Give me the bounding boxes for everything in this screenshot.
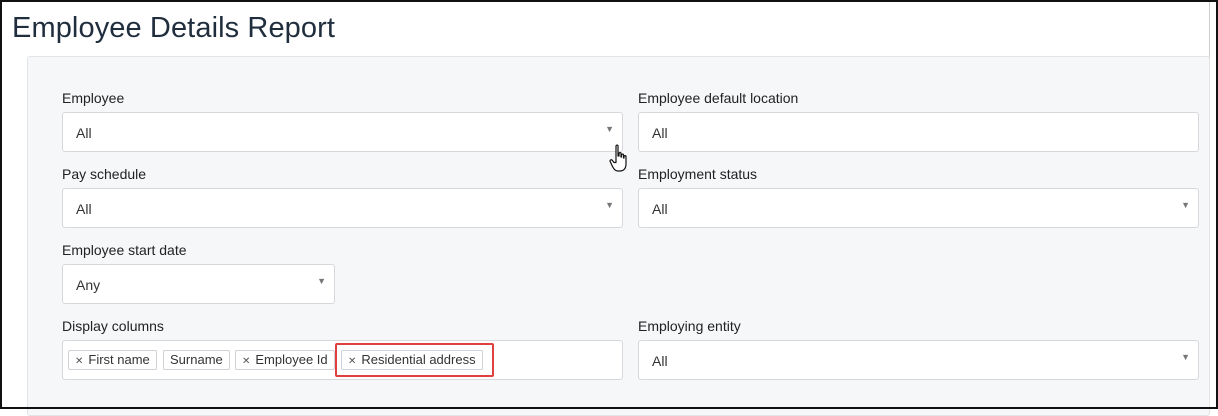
employee-start-date-value: Any xyxy=(76,277,101,293)
column-tag-surname[interactable]: Surname xyxy=(163,350,230,370)
employee-default-location-field[interactable]: All xyxy=(638,112,1199,152)
remove-x-icon[interactable]: ✕ xyxy=(242,356,250,367)
employee-select-value: All xyxy=(76,125,92,141)
employing-entity-select[interactable]: All ▼ xyxy=(638,340,1199,380)
remove-x-icon[interactable]: ✕ xyxy=(75,356,83,367)
hand-pointer-icon xyxy=(609,144,627,172)
pay-schedule-select[interactable]: All ▼ xyxy=(62,188,623,228)
column-tag-label: Employee Id xyxy=(255,352,328,367)
employee-default-location-label: Employee default location xyxy=(638,90,799,106)
employee-select[interactable]: All ▼ xyxy=(62,112,623,152)
caret-down-icon: ▼ xyxy=(1181,200,1190,210)
pay-schedule-label: Pay schedule xyxy=(62,166,147,182)
employing-entity-value: All xyxy=(652,353,668,369)
highlight-box xyxy=(335,343,494,377)
employee-start-date-label: Employee start date xyxy=(62,242,187,258)
caret-down-icon: ▼ xyxy=(605,200,614,210)
column-tag-first-name[interactable]: ✕ First name xyxy=(68,350,157,370)
employee-default-location-value: All xyxy=(652,125,668,141)
caret-down-icon: ▼ xyxy=(605,124,614,134)
caret-down-icon: ▼ xyxy=(1181,352,1190,362)
caret-down-icon: ▼ xyxy=(317,276,326,286)
pay-schedule-value: All xyxy=(76,201,92,217)
column-tag-employee-id[interactable]: ✕ Employee Id xyxy=(235,350,335,370)
column-tag-label: First name xyxy=(88,352,150,367)
employee-label: Employee xyxy=(62,90,125,106)
employing-entity-label: Employing entity xyxy=(638,318,741,334)
employment-status-label: Employment status xyxy=(638,166,758,182)
employment-status-value: All xyxy=(652,201,668,217)
display-columns-label: Display columns xyxy=(62,318,164,334)
employment-status-select[interactable]: All ▼ xyxy=(638,188,1199,228)
column-tag-label: Surname xyxy=(170,352,223,367)
employee-start-date-select[interactable]: Any ▼ xyxy=(62,264,335,304)
page-title: Employee Details Report xyxy=(12,12,336,44)
